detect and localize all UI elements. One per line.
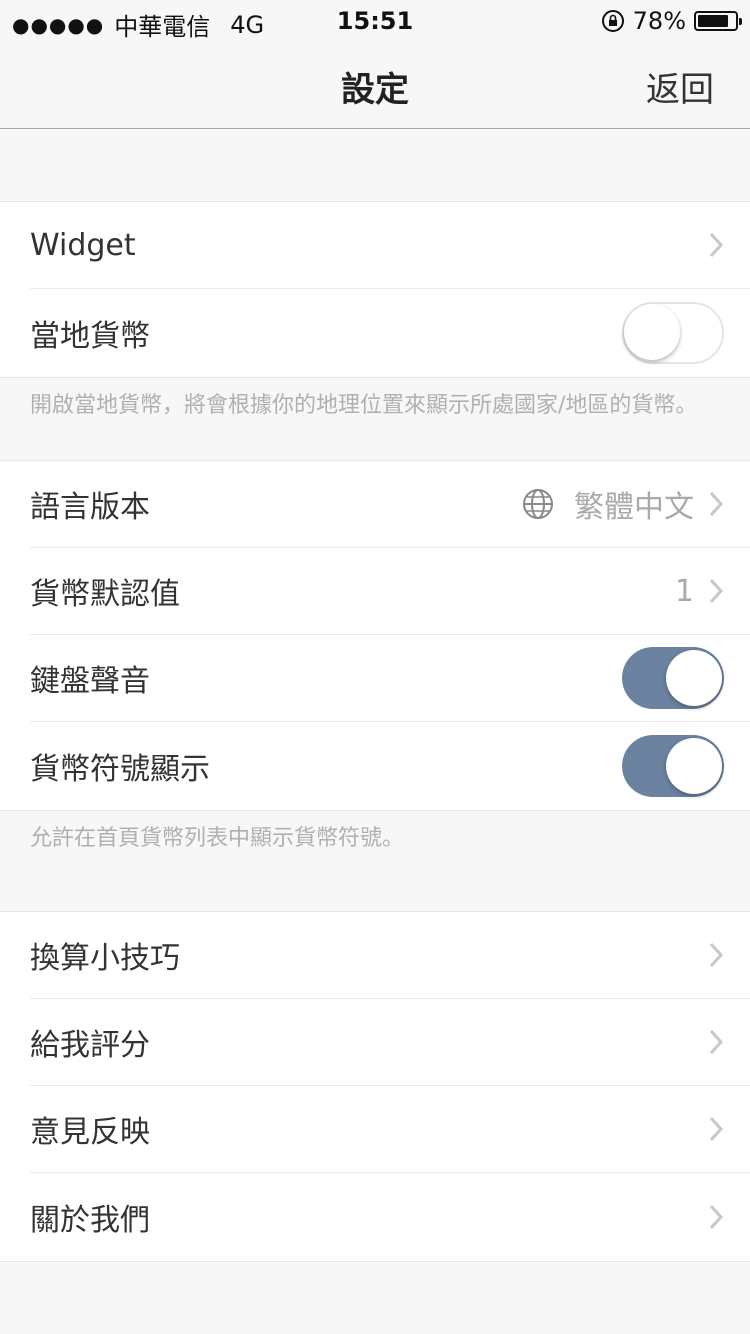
keyboard-sound-toggle[interactable] xyxy=(622,647,724,709)
toggle-knob xyxy=(666,650,722,706)
default-value-value: 1 xyxy=(674,573,694,609)
default-value-label: 貨幣默認值 xyxy=(30,577,180,612)
keyboard-sound-row: 鍵盤聲音 xyxy=(30,635,750,722)
tips-row[interactable]: 換算小技巧 xyxy=(30,912,750,999)
nav-bar: 設定 返回 xyxy=(0,40,750,129)
symbol-display-toggle[interactable] xyxy=(622,735,724,797)
toggle-knob xyxy=(666,738,722,794)
language-row[interactable]: 語言版本 繁體中文 xyxy=(30,461,750,548)
language-label: 語言版本 xyxy=(30,490,150,525)
back-button[interactable]: 返回 xyxy=(646,62,714,111)
about-row[interactable]: 關於我們 xyxy=(30,1173,750,1261)
feedback-row[interactable]: 意見反映 xyxy=(30,1086,750,1173)
local-currency-footnote: 開啟當地貨幣，將會根據你的地理位置來顯示所處國家/地區的貨幣。 xyxy=(0,378,750,460)
language-value: 繁體中文 xyxy=(574,490,694,525)
page-title: 設定 xyxy=(341,70,409,110)
keyboard-sound-label: 鍵盤聲音 xyxy=(30,664,150,699)
local-currency-row: 當地貨幣 xyxy=(30,289,750,377)
chevron-right-icon xyxy=(709,1029,724,1055)
rotation-lock-icon xyxy=(601,10,624,32)
status-bar: ●●●●● 中華電信 4G 15:51 78% xyxy=(0,0,750,41)
battery-percent: 78% xyxy=(632,7,686,35)
widget-row[interactable]: Widget xyxy=(30,202,750,289)
settings-group-3: 換算小技巧 給我評分 意見反映 關於我們 xyxy=(0,911,750,1262)
symbol-display-row: 貨幣符號顯示 xyxy=(30,722,750,810)
status-right: 78% xyxy=(601,7,742,35)
about-label: 關於我們 xyxy=(30,1203,150,1238)
symbol-display-footnote: 允許在首頁貨幣列表中顯示貨幣符號。 xyxy=(0,811,750,911)
toggle-knob xyxy=(624,304,680,360)
local-currency-toggle[interactable] xyxy=(622,302,724,364)
default-value-row[interactable]: 貨幣默認值 1 xyxy=(30,548,750,635)
rate-row[interactable]: 給我評分 xyxy=(30,999,750,1086)
settings-group-2: 語言版本 繁體中文 貨幣默認值 1 鍵盤聲音 貨幣符號顯示 xyxy=(0,460,750,811)
chevron-right-icon xyxy=(709,1204,724,1230)
chevron-right-icon xyxy=(709,1116,724,1142)
spacer xyxy=(0,129,750,201)
local-currency-label: 當地貨幣 xyxy=(30,319,150,354)
chevron-right-icon xyxy=(709,942,724,968)
settings-group-1: Widget 當地貨幣 xyxy=(0,201,750,378)
chevron-right-icon xyxy=(709,491,724,517)
chevron-right-icon xyxy=(709,578,724,604)
tips-label: 換算小技巧 xyxy=(30,941,180,976)
chevron-right-icon xyxy=(709,232,724,258)
widget-label: Widget xyxy=(30,227,136,263)
rate-label: 給我評分 xyxy=(30,1028,150,1063)
symbol-display-label: 貨幣符號顯示 xyxy=(30,752,210,787)
globe-icon xyxy=(523,489,553,519)
feedback-label: 意見反映 xyxy=(30,1115,150,1150)
battery-icon xyxy=(694,11,742,31)
